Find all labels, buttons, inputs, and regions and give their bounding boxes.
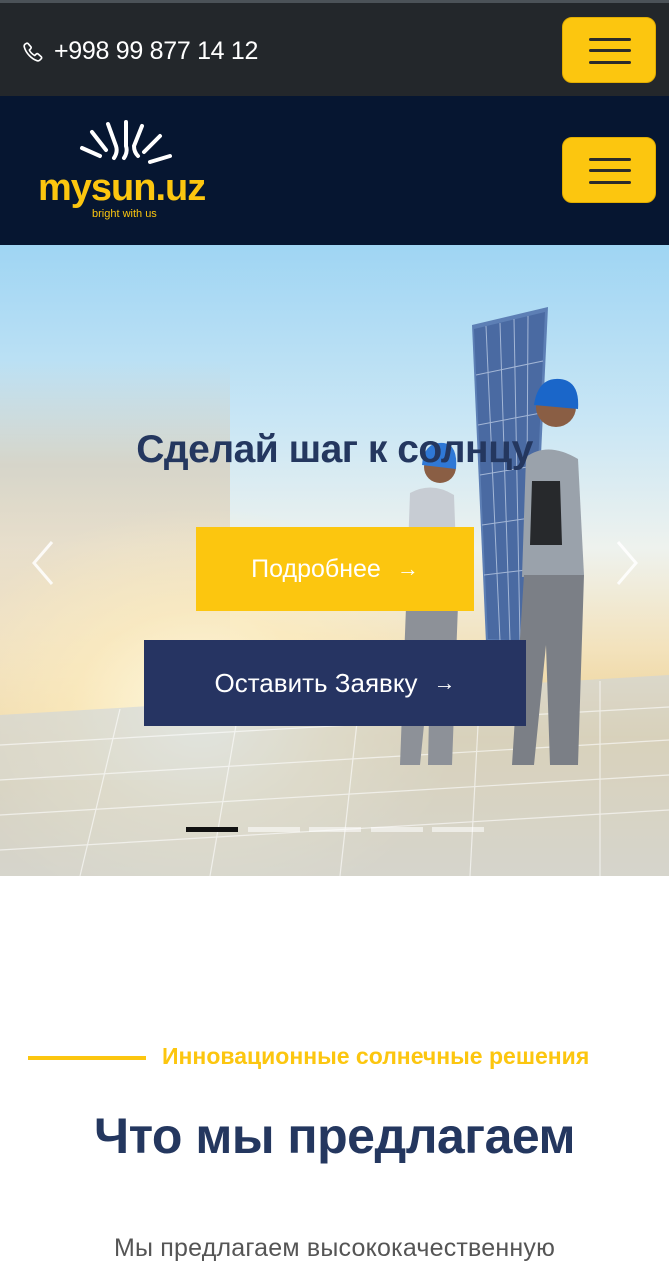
logo[interactable]: mysun.uz bright with us — [38, 120, 218, 222]
chevron-right-icon[interactable] — [612, 538, 642, 588]
hero-title: Сделай шаг к солнцу — [136, 428, 533, 471]
section-text: Мы предлагаем высококачественную — [113, 1234, 556, 1262]
apply-button-label: Оставить Заявку — [214, 667, 418, 698]
hamburger-icon — [589, 158, 631, 161]
sun-rays-icon — [80, 120, 172, 164]
logo-tagline: bright with us — [92, 208, 157, 220]
slide-indicator-5[interactable] — [432, 827, 484, 832]
more-button[interactable]: Подробнее → — [196, 527, 474, 611]
slide-indicator-2[interactable] — [247, 827, 300, 832]
section-subtitle: Инновационные солнечные решения — [162, 1043, 590, 1069]
chevron-left-icon[interactable] — [28, 538, 58, 588]
hero-slider: Сделай шаг к солнцу Подробнее → Оставить… — [0, 245, 669, 876]
hamburger-icon — [589, 38, 631, 41]
phone-link[interactable]: +998 99 877 14 12 — [22, 37, 258, 66]
slide-indicator-1[interactable] — [186, 827, 238, 832]
subtitle-divider — [28, 1056, 146, 1060]
top-menu-button[interactable] — [562, 17, 656, 83]
slider-indicators — [186, 827, 494, 832]
section-title: Что мы предлагаем — [93, 1108, 576, 1164]
arrow-right-icon: → — [433, 670, 456, 695]
phone-icon — [23, 41, 43, 62]
arrow-right-icon: → — [396, 556, 419, 581]
apply-button[interactable]: Оставить Заявку → — [144, 640, 526, 726]
more-button-label: Подробнее — [251, 554, 381, 583]
logo-text: mysun.uz — [38, 167, 206, 209]
phone-number: +998 99 877 14 12 — [54, 37, 259, 65]
slide-indicator-3[interactable] — [309, 827, 361, 832]
nav-menu-button[interactable] — [562, 137, 656, 203]
slide-indicator-4[interactable] — [370, 827, 423, 832]
top-bar: +998 99 877 14 12 — [0, 0, 669, 96]
